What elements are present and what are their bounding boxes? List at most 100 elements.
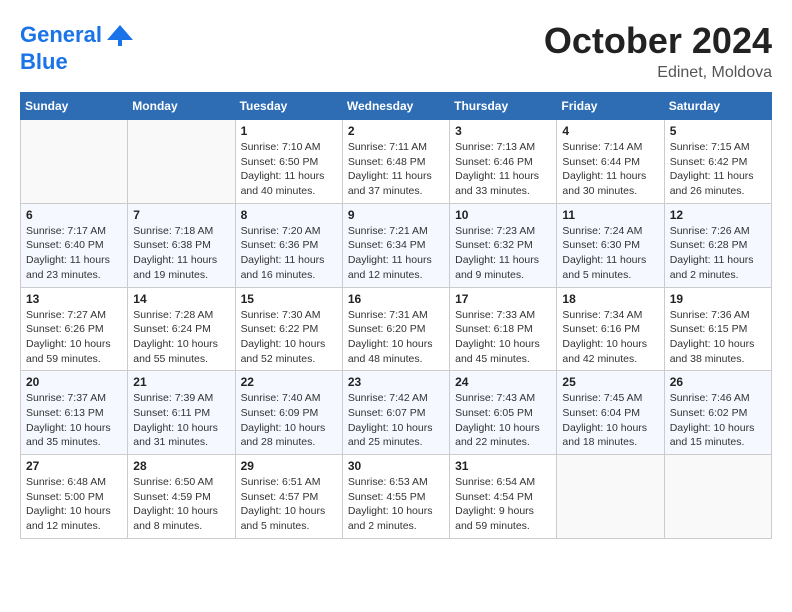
day-number: 22 [241,375,337,389]
day-number: 2 [348,124,444,138]
day-info: Sunrise: 7:28 AMSunset: 6:24 PMDaylight:… [133,308,229,367]
day-number: 20 [26,375,122,389]
day-info: Sunrise: 7:34 AMSunset: 6:16 PMDaylight:… [562,308,658,367]
day-number: 12 [670,208,766,222]
day-number: 27 [26,459,122,473]
calendar-cell: 29 Sunrise: 6:51 AMSunset: 4:57 PMDayligh… [235,455,342,539]
calendar-cell: 15 Sunrise: 7:30 AMSunset: 6:22 PMDayligh… [235,287,342,371]
day-number: 15 [241,292,337,306]
calendar-cell [664,455,771,539]
calendar-cell: 17Sunrise: 7:33 AMSunset: 6:18 PMDayligh… [450,287,557,371]
day-info: Sunrise: 7:37 AMSunset: 6:13 PMDaylight:… [26,391,122,450]
day-number: 5 [670,124,766,138]
col-saturday: Saturday [664,93,771,120]
day-info: Sunrise: 7:11 AMSunset: 6:48 PMDaylight:… [348,140,444,199]
location-subtitle: Edinet, Moldova [544,64,772,82]
day-info: Sunrise: 7:24 AMSunset: 6:30 PMDaylight:… [562,224,658,283]
calendar-cell: 12 Sunrise: 7:26 AMSunset: 6:28 PMDayligh… [664,203,771,287]
calendar-cell: 6Sunrise: 7:17 AMSunset: 6:40 PMDaylight… [21,203,128,287]
calendar-cell: 26 Sunrise: 7:46 AMSunset: 6:02 PMDayligh… [664,371,771,455]
calendar-cell: 19 Sunrise: 7:36 AMSunset: 6:15 PMDayligh… [664,287,771,371]
calendar-cell: 20 Sunrise: 7:37 AMSunset: 6:13 PMDayligh… [21,371,128,455]
day-number: 3 [455,124,551,138]
day-number: 25 [562,375,658,389]
calendar-cell: 10Sunrise: 7:23 AMSunset: 6:32 PMDayligh… [450,203,557,287]
day-info: Sunrise: 7:26 AMSunset: 6:28 PMDaylight:… [670,224,766,283]
day-number: 31 [455,459,551,473]
day-number: 1 [241,124,337,138]
day-info: Sunrise: 7:15 AMSunset: 6:42 PMDaylight:… [670,140,766,199]
month-year-title: October 2024 [544,20,772,62]
calendar-cell: 30Sunrise: 6:53 AMSunset: 4:55 PMDayligh… [342,455,449,539]
day-info: Sunrise: 7:40 AMSunset: 6:09 PMDaylight:… [241,391,337,450]
day-info: Sunrise: 7:17 AMSunset: 6:40 PMDaylight:… [26,224,122,283]
calendar-table: Sunday Monday Tuesday Wednesday Thursday… [20,92,772,539]
day-number: 14 [133,292,229,306]
day-info: Sunrise: 6:50 AMSunset: 4:59 PMDaylight:… [133,475,229,534]
col-wednesday: Wednesday [342,93,449,120]
col-friday: Friday [557,93,664,120]
day-info: Sunrise: 7:27 AMSunset: 6:26 PMDaylight:… [26,308,122,367]
calendar-cell: 24 Sunrise: 7:43 AMSunset: 6:05 PMDayligh… [450,371,557,455]
day-number: 11 [562,208,658,222]
day-number: 26 [670,375,766,389]
calendar-cell: 5 Sunrise: 7:15 AMSunset: 6:42 PMDaylight… [664,120,771,204]
calendar-cell: 1 Sunrise: 7:10 AMSunset: 6:50 PMDaylight… [235,120,342,204]
day-info: Sunrise: 7:21 AMSunset: 6:34 PMDaylight:… [348,224,444,283]
day-number: 23 [348,375,444,389]
day-number: 18 [562,292,658,306]
day-info: Sunrise: 6:51 AMSunset: 4:57 PMDaylight:… [241,475,337,534]
day-number: 19 [670,292,766,306]
calendar-cell: 14 Sunrise: 7:28 AMSunset: 6:24 PMDayligh… [128,287,235,371]
col-sunday: Sunday [21,93,128,120]
calendar-cell: 8 Sunrise: 7:20 AMSunset: 6:36 PMDaylight… [235,203,342,287]
day-number: 8 [241,208,337,222]
day-info: Sunrise: 7:43 AMSunset: 6:05 PMDaylight:… [455,391,551,450]
day-info: Sunrise: 7:46 AMSunset: 6:02 PMDaylight:… [670,391,766,450]
day-info: Sunrise: 7:13 AMSunset: 6:46 PMDaylight:… [455,140,551,199]
calendar-cell: 18 Sunrise: 7:34 AMSunset: 6:16 PMDayligh… [557,287,664,371]
calendar-cell [128,120,235,204]
day-number: 13 [26,292,122,306]
day-info: Sunrise: 7:45 AMSunset: 6:04 PMDaylight:… [562,391,658,450]
day-info: Sunrise: 7:39 AMSunset: 6:11 PMDaylight:… [133,391,229,450]
day-info: Sunrise: 7:20 AMSunset: 6:36 PMDaylight:… [241,224,337,283]
logo-text: General [20,23,102,47]
calendar-week-row: 6Sunrise: 7:17 AMSunset: 6:40 PMDaylight… [21,203,772,287]
calendar-cell [557,455,664,539]
calendar-cell: 2 Sunrise: 7:11 AMSunset: 6:48 PMDaylight… [342,120,449,204]
day-number: 9 [348,208,444,222]
calendar-cell: 13 Sunrise: 7:27 AMSunset: 6:26 PMDayligh… [21,287,128,371]
day-info: Sunrise: 7:36 AMSunset: 6:15 PMDaylight:… [670,308,766,367]
calendar-cell: 9 Sunrise: 7:21 AMSunset: 6:34 PMDaylight… [342,203,449,287]
day-number: 21 [133,375,229,389]
calendar-cell: 4Sunrise: 7:14 AMSunset: 6:44 PMDaylight… [557,120,664,204]
day-number: 29 [241,459,337,473]
col-thursday: Thursday [450,93,557,120]
calendar-cell: 25 Sunrise: 7:45 AMSunset: 6:04 PMDayligh… [557,371,664,455]
day-info: Sunrise: 7:31 AMSunset: 6:20 PMDaylight:… [348,308,444,367]
calendar-cell: 22 Sunrise: 7:40 AMSunset: 6:09 PMDayligh… [235,371,342,455]
day-info: Sunrise: 7:14 AMSunset: 6:44 PMDaylight:… [562,140,658,199]
calendar-cell: 23Sunrise: 7:42 AMSunset: 6:07 PMDayligh… [342,371,449,455]
day-number: 7 [133,208,229,222]
day-info: Sunrise: 7:33 AMSunset: 6:18 PMDaylight:… [455,308,551,367]
day-number: 24 [455,375,551,389]
title-block: October 2024 Edinet, Moldova [544,20,772,82]
calendar-week-row: 27Sunrise: 6:48 AMSunset: 5:00 PMDayligh… [21,455,772,539]
logo-icon [105,20,135,50]
calendar-cell: 3 Sunrise: 7:13 AMSunset: 6:46 PMDaylight… [450,120,557,204]
calendar-cell: 27Sunrise: 6:48 AMSunset: 5:00 PMDayligh… [21,455,128,539]
col-tuesday: Tuesday [235,93,342,120]
logo: General Blue [20,20,135,74]
calendar-header-row: Sunday Monday Tuesday Wednesday Thursday… [21,93,772,120]
day-info: Sunrise: 7:10 AMSunset: 6:50 PMDaylight:… [241,140,337,199]
calendar-week-row: 13 Sunrise: 7:27 AMSunset: 6:26 PMDayligh… [21,287,772,371]
day-info: Sunrise: 7:30 AMSunset: 6:22 PMDaylight:… [241,308,337,367]
day-number: 16 [348,292,444,306]
calendar-cell: 28Sunrise: 6:50 AMSunset: 4:59 PMDayligh… [128,455,235,539]
calendar-cell: 31Sunrise: 6:54 AMSunset: 4:54 PMDayligh… [450,455,557,539]
col-monday: Monday [128,93,235,120]
calendar-week-row: 1 Sunrise: 7:10 AMSunset: 6:50 PMDaylight… [21,120,772,204]
day-info: Sunrise: 7:23 AMSunset: 6:32 PMDaylight:… [455,224,551,283]
